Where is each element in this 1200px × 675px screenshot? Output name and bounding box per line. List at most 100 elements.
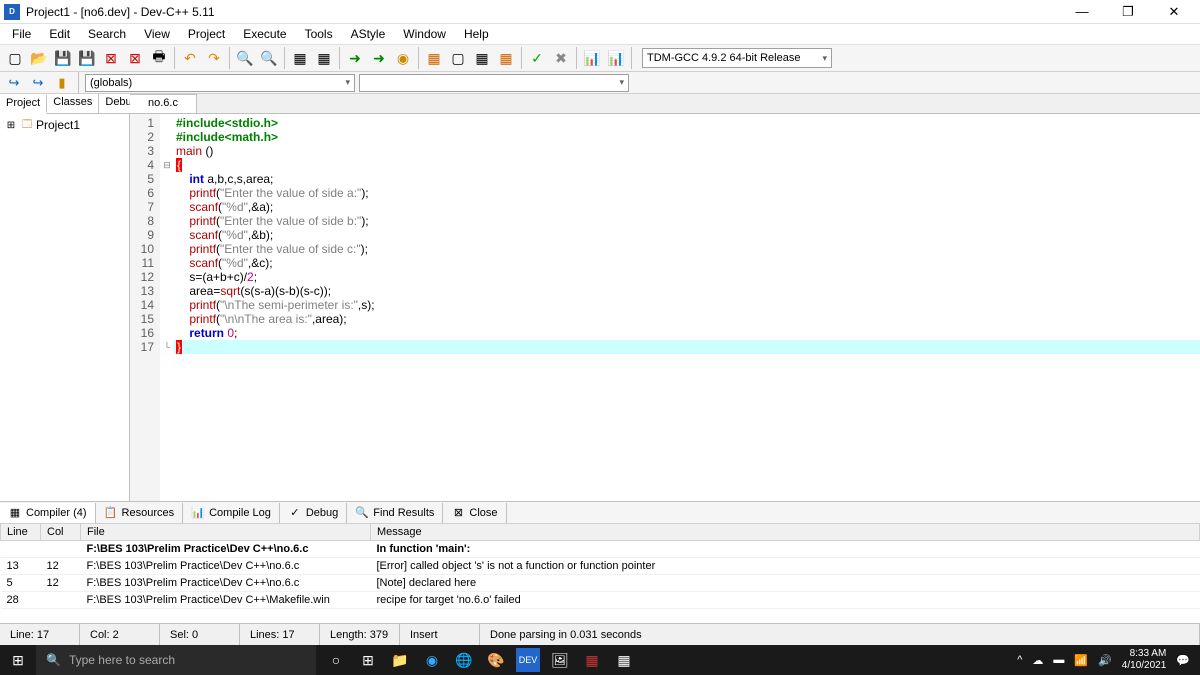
col-line[interactable]: Line: [1, 524, 41, 541]
compile-run-icon[interactable]: ➜: [344, 47, 366, 69]
grid4-icon[interactable]: ▦: [495, 47, 517, 69]
undo-icon[interactable]: ↶: [179, 47, 201, 69]
bottom-tab-debug[interactable]: ✓Debug: [280, 503, 347, 523]
explorer-icon[interactable]: 📁: [388, 648, 412, 672]
scope-select[interactable]: (globals) ▾: [85, 74, 355, 92]
maximize-button[interactable]: ❐: [1114, 2, 1142, 22]
menu-file[interactable]: File: [4, 25, 39, 43]
menu-execute[interactable]: Execute: [235, 25, 294, 43]
grid1-icon[interactable]: ▦: [423, 47, 445, 69]
grid2-icon[interactable]: ▢: [447, 47, 469, 69]
taskbar-clock[interactable]: 8:33 AM 4/10/2021: [1122, 648, 1167, 672]
left-panel: ProjectClassesDebug ⊞ 🗔 Project1: [0, 94, 130, 501]
chrome-icon[interactable]: 🌐: [452, 648, 476, 672]
app2-icon[interactable]: ▦: [612, 648, 636, 672]
menu-view[interactable]: View: [136, 25, 178, 43]
search-placeholder: Type here to search: [69, 653, 175, 667]
bottom-tab-resources[interactable]: 📋Resources: [96, 503, 184, 523]
taskbar-search[interactable]: 🔍 Type here to search: [36, 645, 316, 675]
code-editor[interactable]: 1234567891011121314151617 ⊟└ #include<st…: [130, 114, 1200, 501]
goto-decl-icon[interactable]: ↪: [28, 74, 48, 92]
compiler-select[interactable]: TDM-GCC 4.9.2 64-bit Release ▾: [642, 48, 832, 68]
task-view-icon[interactable]: ⊞: [356, 648, 380, 672]
save-all-icon[interactable]: 💾: [76, 47, 98, 69]
tray-chevron-icon[interactable]: ^: [1017, 654, 1022, 666]
start-button[interactable]: ⊞: [0, 645, 36, 675]
file-tab[interactable]: no.6.c: [130, 94, 197, 113]
project-name-label: Project1: [36, 118, 80, 132]
edge-icon[interactable]: ◉: [420, 648, 444, 672]
delete-profile-icon[interactable]: 📊: [605, 47, 627, 69]
col-col[interactable]: Col: [41, 524, 81, 541]
find-icon[interactable]: 🔍: [234, 47, 256, 69]
menu-help[interactable]: Help: [456, 25, 497, 43]
photos-icon[interactable]: 🖼: [548, 648, 572, 672]
expand-icon[interactable]: ⊞: [4, 118, 18, 132]
compiler-row[interactable]: 1312F:\BES 103\Prelim Practice\Dev C++\n…: [1, 558, 1200, 575]
paint-icon[interactable]: 🎨: [484, 648, 508, 672]
project-root-item[interactable]: ⊞ 🗔 Project1: [4, 118, 125, 132]
compiler-row[interactable]: 28F:\BES 103\Prelim Practice\Dev C++\Mak…: [1, 592, 1200, 609]
menu-search[interactable]: Search: [80, 25, 134, 43]
devcpp-icon[interactable]: DEV: [516, 648, 540, 672]
bottom-tab-close[interactable]: ⊠Close: [443, 503, 506, 523]
search-icon: 🔍: [46, 653, 61, 667]
profile-icon[interactable]: 📊: [581, 47, 603, 69]
bottom-tab-find-results[interactable]: 🔍Find Results: [347, 503, 443, 523]
new-file-icon[interactable]: ▢: [4, 47, 26, 69]
minimize-button[interactable]: —: [1068, 2, 1096, 22]
menu-tools[interactable]: Tools: [297, 25, 341, 43]
rebuild-icon[interactable]: ➜: [368, 47, 390, 69]
statusbar: Line: 17 Col: 2 Sel: 0 Lines: 17 Length:…: [0, 623, 1200, 645]
chevron-down-icon: ▾: [345, 77, 350, 88]
code-area[interactable]: #include<stdio.h>#include<math.h>main ()…: [174, 114, 1200, 501]
close-all-icon[interactable]: ⊠: [124, 47, 146, 69]
cancel-icon[interactable]: ✖: [550, 47, 572, 69]
compiler-row[interactable]: F:\BES 103\Prelim Practice\Dev C++\no.6.…: [1, 541, 1200, 558]
bookmark-icon[interactable]: ▮: [52, 74, 72, 92]
clock-date: 4/10/2021: [1122, 660, 1167, 672]
window-title: Project1 - [no6.dev] - Dev-C++ 5.11: [26, 5, 1068, 19]
battery-icon[interactable]: ▬: [1053, 654, 1064, 666]
notifications-icon[interactable]: 💬: [1176, 654, 1190, 667]
onedrive-icon[interactable]: ☁: [1032, 654, 1043, 667]
left-tab-project[interactable]: Project: [0, 95, 47, 114]
bottom-tab-compiler-[interactable]: ▦Compiler (4): [0, 503, 96, 523]
menu-edit[interactable]: Edit: [41, 25, 78, 43]
compiler-table: LineColFileMessage F:\BES 103\Prelim Pra…: [0, 523, 1200, 609]
clock-time: 8:33 AM: [1122, 648, 1167, 660]
redo-icon[interactable]: ↷: [203, 47, 225, 69]
project-tree[interactable]: ⊞ 🗔 Project1: [0, 114, 129, 501]
bottom-tab-compile-log[interactable]: 📊Compile Log: [183, 503, 280, 523]
open-icon[interactable]: 📂: [28, 47, 50, 69]
cortana-icon[interactable]: ○: [324, 648, 348, 672]
grid3-icon[interactable]: ▦: [471, 47, 493, 69]
col-message[interactable]: Message: [371, 524, 1200, 541]
check-icon[interactable]: ✓: [526, 47, 548, 69]
compiler-row[interactable]: 512F:\BES 103\Prelim Practice\Dev C++\no…: [1, 575, 1200, 592]
menu-project[interactable]: Project: [180, 25, 233, 43]
status-mode: Insert: [400, 624, 480, 645]
close-button[interactable]: ✕: [1160, 2, 1188, 22]
scope-select-value: (globals): [90, 77, 132, 89]
left-tab-classes[interactable]: Classes: [47, 94, 99, 113]
app-icon[interactable]: ▦: [580, 648, 604, 672]
close-file-icon[interactable]: ⊠: [100, 47, 122, 69]
col-file[interactable]: File: [81, 524, 371, 541]
wifi-icon[interactable]: 📶: [1074, 654, 1088, 667]
goto-func-icon[interactable]: ↪: [4, 74, 24, 92]
compile-icon[interactable]: ▦: [289, 47, 311, 69]
print-icon[interactable]: 🖶: [148, 47, 170, 69]
menu-window[interactable]: Window: [395, 25, 454, 43]
menu-astyle[interactable]: AStyle: [343, 25, 394, 43]
window-titlebar: D Project1 - [no6.dev] - Dev-C++ 5.11 — …: [0, 0, 1200, 24]
member-select[interactable]: ▾: [359, 74, 629, 92]
compiler-output[interactable]: LineColFileMessage F:\BES 103\Prelim Pra…: [0, 523, 1200, 623]
run-icon[interactable]: ▦: [313, 47, 335, 69]
volume-icon[interactable]: 🔊: [1098, 654, 1112, 667]
replace-icon[interactable]: 🔍: [258, 47, 280, 69]
system-tray[interactable]: ^ ☁ ▬ 📶 🔊 8:33 AM 4/10/2021 💬: [1007, 648, 1200, 672]
save-icon[interactable]: 💾: [52, 47, 74, 69]
menubar: FileEditSearchViewProjectExecuteToolsASt…: [0, 24, 1200, 44]
debug-icon[interactable]: ◉: [392, 47, 414, 69]
